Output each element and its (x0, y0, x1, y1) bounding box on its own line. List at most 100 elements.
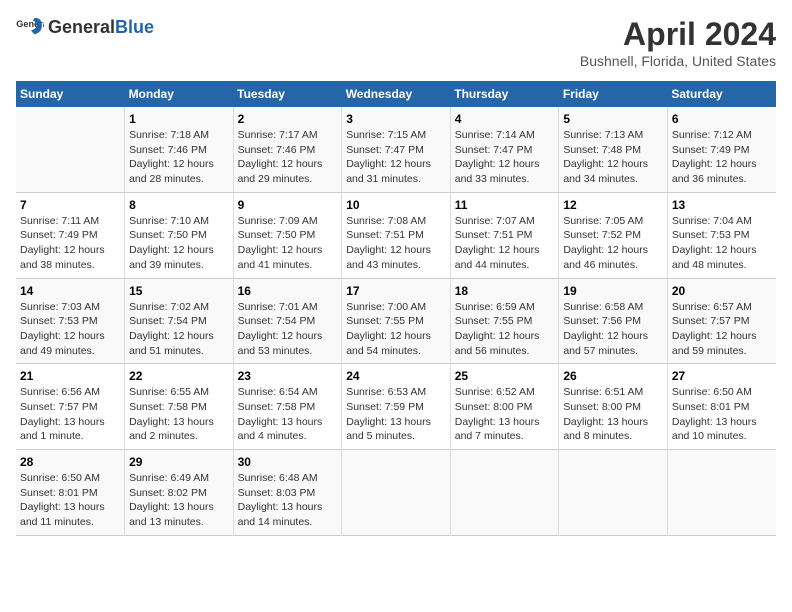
logo-icon: General (16, 16, 44, 38)
calendar-table: SundayMondayTuesdayWednesdayThursdayFrid… (16, 81, 776, 536)
day-info: Sunrise: 6:59 AMSunset: 7:55 PMDaylight:… (455, 300, 555, 359)
day-info: Sunrise: 6:53 AMSunset: 7:59 PMDaylight:… (346, 385, 446, 444)
page-header: General GeneralBlue April 2024 Bushnell,… (16, 16, 776, 69)
day-info: Sunrise: 7:13 AMSunset: 7:48 PMDaylight:… (563, 128, 663, 187)
day-header-monday: Monday (125, 81, 234, 107)
day-number: 2 (238, 112, 338, 126)
calendar-cell: 24 Sunrise: 6:53 AMSunset: 7:59 PMDayligh… (342, 364, 451, 450)
main-title: April 2024 (580, 16, 776, 53)
day-info: Sunrise: 7:18 AMSunset: 7:46 PMDaylight:… (129, 128, 229, 187)
day-number: 6 (672, 112, 772, 126)
logo: General GeneralBlue (16, 16, 154, 38)
day-info: Sunrise: 6:58 AMSunset: 7:56 PMDaylight:… (563, 300, 663, 359)
calendar-week-3: 14 Sunrise: 7:03 AMSunset: 7:53 PMDayligh… (16, 278, 776, 364)
calendar-week-2: 7 Sunrise: 7:11 AMSunset: 7:49 PMDaylight… (16, 192, 776, 278)
calendar-cell: 15Sunrise: 7:02 AMSunset: 7:54 PMDayligh… (125, 278, 234, 364)
day-info: Sunrise: 6:51 AMSunset: 8:00 PMDaylight:… (563, 385, 663, 444)
logo-blue: Blue (115, 17, 154, 37)
calendar-cell: 22 Sunrise: 6:55 AMSunset: 7:58 PMDayligh… (125, 364, 234, 450)
day-info: Sunrise: 7:03 AMSunset: 7:53 PMDaylight:… (20, 300, 120, 359)
day-number: 28 (20, 455, 120, 469)
day-number: 5 (563, 112, 663, 126)
day-info: Sunrise: 7:07 AMSunset: 7:51 PMDaylight:… (455, 214, 555, 273)
day-info: Sunrise: 6:52 AMSunset: 8:00 PMDaylight:… (455, 385, 555, 444)
day-info: Sunrise: 7:14 AMSunset: 7:47 PMDaylight:… (455, 128, 555, 187)
calendar-cell: 14 Sunrise: 7:03 AMSunset: 7:53 PMDayligh… (16, 278, 125, 364)
day-info: Sunrise: 6:57 AMSunset: 7:57 PMDaylight:… (672, 300, 772, 359)
day-number: 29 (129, 455, 229, 469)
calendar-week-5: 28 Sunrise: 6:50 AMSunset: 8:01 PMDayligh… (16, 450, 776, 536)
day-number: 25 (455, 369, 555, 383)
day-number: 9 (238, 198, 338, 212)
day-info: Sunrise: 7:11 AMSunset: 7:49 PMDaylight:… (20, 214, 120, 273)
day-number: 20 (672, 284, 772, 298)
day-info: Sunrise: 6:56 AMSunset: 7:57 PMDaylight:… (20, 385, 120, 444)
day-info: Sunrise: 6:48 AMSunset: 8:03 PMDaylight:… (238, 471, 338, 530)
calendar-cell: 18 Sunrise: 6:59 AMSunset: 7:55 PMDayligh… (450, 278, 559, 364)
calendar-cell (450, 450, 559, 536)
calendar-cell: 17 Sunrise: 7:00 AMSunset: 7:55 PMDayligh… (342, 278, 451, 364)
day-header-wednesday: Wednesday (342, 81, 451, 107)
calendar-cell: 26 Sunrise: 6:51 AMSunset: 8:00 PMDayligh… (559, 364, 668, 450)
day-number: 7 (20, 198, 120, 212)
day-number: 24 (346, 369, 446, 383)
day-number: 16 (238, 284, 338, 298)
calendar-cell: 23Sunrise: 6:54 AMSunset: 7:58 PMDayligh… (233, 364, 342, 450)
day-number: 19 (563, 284, 663, 298)
calendar-cell: 19 Sunrise: 6:58 AMSunset: 7:56 PMDayligh… (559, 278, 668, 364)
day-number: 26 (563, 369, 663, 383)
title-section: April 2024 Bushnell, Florida, United Sta… (580, 16, 776, 69)
calendar-cell: 13 Sunrise: 7:04 AMSunset: 7:53 PMDayligh… (667, 192, 776, 278)
calendar-cell (16, 107, 125, 192)
calendar-week-1: 1 Sunrise: 7:18 AMSunset: 7:46 PMDaylight… (16, 107, 776, 192)
day-number: 18 (455, 284, 555, 298)
day-info: Sunrise: 6:50 AMSunset: 8:01 PMDaylight:… (672, 385, 772, 444)
calendar-cell: 5 Sunrise: 7:13 AMSunset: 7:48 PMDaylight… (559, 107, 668, 192)
calendar-cell: 8Sunrise: 7:10 AMSunset: 7:50 PMDaylight… (125, 192, 234, 278)
calendar-cell (559, 450, 668, 536)
day-info: Sunrise: 6:54 AMSunset: 7:58 PMDaylight:… (238, 385, 338, 444)
calendar-cell: 4 Sunrise: 7:14 AMSunset: 7:47 PMDaylight… (450, 107, 559, 192)
day-info: Sunrise: 7:00 AMSunset: 7:55 PMDaylight:… (346, 300, 446, 359)
day-number: 22 (129, 369, 229, 383)
day-number: 3 (346, 112, 446, 126)
calendar-cell (667, 450, 776, 536)
calendar-cell: 28 Sunrise: 6:50 AMSunset: 8:01 PMDayligh… (16, 450, 125, 536)
day-info: Sunrise: 7:12 AMSunset: 7:49 PMDaylight:… (672, 128, 772, 187)
day-number: 21 (20, 369, 120, 383)
logo-text: GeneralBlue (48, 17, 154, 38)
day-number: 10 (346, 198, 446, 212)
day-number: 15 (129, 284, 229, 298)
day-number: 30 (238, 455, 338, 469)
calendar-cell: 21 Sunrise: 6:56 AMSunset: 7:57 PMDayligh… (16, 364, 125, 450)
day-info: Sunrise: 6:50 AMSunset: 8:01 PMDaylight:… (20, 471, 120, 530)
calendar-cell: 2 Sunrise: 7:17 AMSunset: 7:46 PMDaylight… (233, 107, 342, 192)
calendar-cell: 29 Sunrise: 6:49 AMSunset: 8:02 PMDayligh… (125, 450, 234, 536)
day-info: Sunrise: 6:55 AMSunset: 7:58 PMDaylight:… (129, 385, 229, 444)
day-header-tuesday: Tuesday (233, 81, 342, 107)
day-number: 17 (346, 284, 446, 298)
calendar-cell: 27Sunrise: 6:50 AMSunset: 8:01 PMDayligh… (667, 364, 776, 450)
day-number: 12 (563, 198, 663, 212)
calendar-cell: 11Sunrise: 7:07 AMSunset: 7:51 PMDayligh… (450, 192, 559, 278)
day-number: 1 (129, 112, 229, 126)
calendar-cell: 1 Sunrise: 7:18 AMSunset: 7:46 PMDaylight… (125, 107, 234, 192)
calendar-cell: 16Sunrise: 7:01 AMSunset: 7:54 PMDayligh… (233, 278, 342, 364)
day-info: Sunrise: 7:04 AMSunset: 7:53 PMDaylight:… (672, 214, 772, 273)
calendar-cell: 6 Sunrise: 7:12 AMSunset: 7:49 PMDaylight… (667, 107, 776, 192)
day-info: Sunrise: 7:15 AMSunset: 7:47 PMDaylight:… (346, 128, 446, 187)
day-number: 14 (20, 284, 120, 298)
calendar-cell: 25 Sunrise: 6:52 AMSunset: 8:00 PMDayligh… (450, 364, 559, 450)
calendar-cell: 30 Sunrise: 6:48 AMSunset: 8:03 PMDayligh… (233, 450, 342, 536)
day-number: 13 (672, 198, 772, 212)
calendar-cell: 7 Sunrise: 7:11 AMSunset: 7:49 PMDaylight… (16, 192, 125, 278)
day-header-thursday: Thursday (450, 81, 559, 107)
calendar-week-4: 21 Sunrise: 6:56 AMSunset: 7:57 PMDayligh… (16, 364, 776, 450)
day-header-friday: Friday (559, 81, 668, 107)
day-number: 4 (455, 112, 555, 126)
day-info: Sunrise: 6:49 AMSunset: 8:02 PMDaylight:… (129, 471, 229, 530)
day-info: Sunrise: 7:09 AMSunset: 7:50 PMDaylight:… (238, 214, 338, 273)
day-info: Sunrise: 7:17 AMSunset: 7:46 PMDaylight:… (238, 128, 338, 187)
subtitle: Bushnell, Florida, United States (580, 53, 776, 69)
calendar-cell: 10Sunrise: 7:08 AMSunset: 7:51 PMDayligh… (342, 192, 451, 278)
